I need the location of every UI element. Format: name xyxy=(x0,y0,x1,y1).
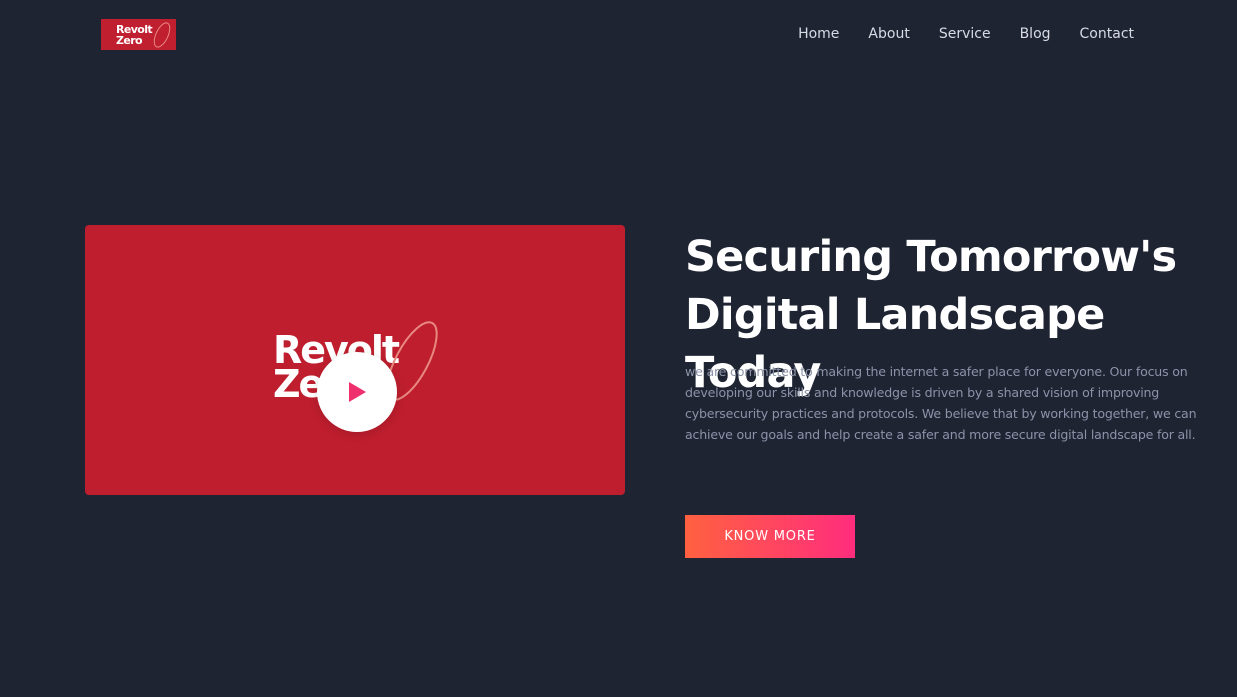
brand-logo[interactable]: Revolt Zero xyxy=(101,19,176,50)
nav-service[interactable]: Service xyxy=(939,24,991,44)
hero-description: we are committed to making the internet … xyxy=(685,364,1197,442)
logo-swoosh-icon xyxy=(153,22,171,48)
main-nav: Home About Service Blog Contact xyxy=(798,24,1134,44)
nav-about[interactable]: About xyxy=(868,24,909,44)
play-button[interactable] xyxy=(317,352,397,432)
nav-blog[interactable]: Blog xyxy=(1020,24,1051,44)
nav-home[interactable]: Home xyxy=(798,24,839,44)
video-card[interactable]: Revolt Zero xyxy=(85,225,625,495)
site-header: Revolt Zero Home About Service Blog Cont… xyxy=(0,0,1237,68)
know-more-button[interactable]: KNOW MORE xyxy=(685,515,855,558)
play-icon xyxy=(349,382,366,402)
nav-contact[interactable]: Contact xyxy=(1080,24,1134,44)
headline-line1: Securing Tomorrow's xyxy=(685,232,1177,282)
